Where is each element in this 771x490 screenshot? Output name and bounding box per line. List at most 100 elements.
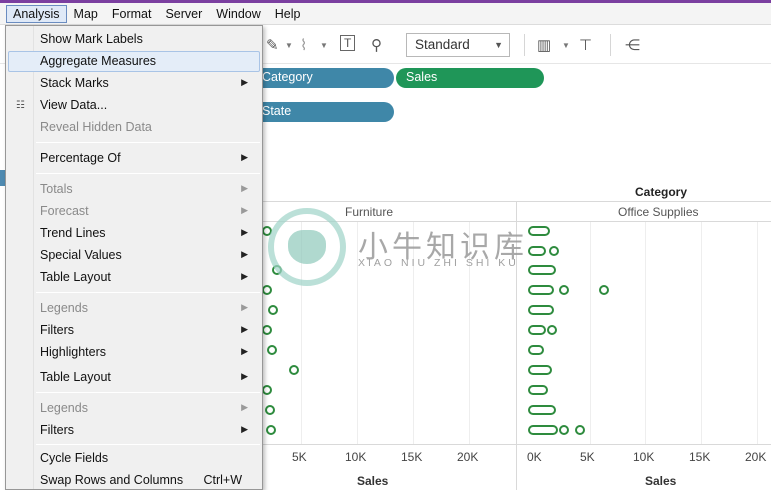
data-mark[interactable] bbox=[528, 305, 554, 315]
menu-item-table-layout-2[interactable]: Table Layout ▶ bbox=[8, 367, 260, 388]
gridline bbox=[645, 222, 646, 444]
data-mark[interactable] bbox=[262, 385, 272, 395]
data-mark[interactable] bbox=[528, 226, 550, 236]
data-mark[interactable] bbox=[528, 385, 548, 395]
menu-separator bbox=[36, 444, 260, 445]
analysis-menu: Show Mark Labels Aggregate Measures Stac… bbox=[5, 25, 263, 490]
data-mark[interactable] bbox=[559, 285, 569, 295]
menu-item-totals[interactable]: Totals ▶ bbox=[8, 179, 260, 200]
menu-item-legends-2[interactable]: Legends ▶ bbox=[8, 398, 260, 419]
chevron-down-icon[interactable]: ▼ bbox=[320, 41, 328, 50]
submenu-arrow-icon: ▶ bbox=[241, 183, 248, 193]
pane-header-furniture[interactable]: Furniture bbox=[345, 205, 393, 219]
pin-icon[interactable]: ⚲ bbox=[371, 36, 382, 54]
gridline bbox=[590, 222, 591, 444]
menu-item-cycle-fields[interactable]: Cycle Fields bbox=[8, 448, 260, 469]
submenu-arrow-icon: ▶ bbox=[241, 324, 248, 334]
menu-item-table-layout[interactable]: Table Layout ▶ bbox=[8, 267, 260, 288]
axis-tick-label: 20K bbox=[457, 450, 479, 464]
data-mark[interactable] bbox=[528, 405, 556, 415]
submenu-arrow-icon: ▶ bbox=[241, 249, 248, 259]
toolbar-divider bbox=[524, 34, 525, 56]
menu-bar: Analysis Map Format Server Window Help bbox=[0, 3, 771, 25]
submenu-arrow-icon: ▶ bbox=[241, 424, 248, 434]
data-mark[interactable] bbox=[599, 285, 609, 295]
data-mark[interactable] bbox=[267, 345, 277, 355]
axis-line bbox=[262, 444, 771, 445]
menu-map[interactable]: Map bbox=[67, 5, 105, 23]
menu-item-show-mark-labels[interactable]: Show Mark Labels bbox=[8, 29, 260, 50]
data-mark[interactable] bbox=[528, 265, 556, 275]
data-mark[interactable] bbox=[262, 285, 272, 295]
shortcut-label: Ctrl+W bbox=[203, 473, 242, 487]
data-mark[interactable] bbox=[528, 325, 546, 335]
text-label-icon[interactable]: T bbox=[340, 35, 356, 51]
menu-item-view-data[interactable]: ☷ View Data... bbox=[8, 95, 260, 116]
view-data-icon: ☷ bbox=[16, 100, 25, 111]
submenu-arrow-icon: ▶ bbox=[241, 302, 248, 312]
data-mark[interactable] bbox=[549, 246, 559, 256]
highlight-pen-icon[interactable]: ✎ bbox=[266, 36, 279, 54]
axis-tick-label: 20K bbox=[745, 450, 767, 464]
menu-item-forecast[interactable]: Forecast ▶ bbox=[8, 201, 260, 222]
presentation-icon[interactable]: ⊤ bbox=[579, 36, 592, 54]
submenu-arrow-icon: ▶ bbox=[241, 346, 248, 356]
menu-item-filters-2[interactable]: Filters ▶ bbox=[8, 420, 260, 441]
menu-server[interactable]: Server bbox=[158, 5, 209, 23]
axis-tick-label: 15K bbox=[689, 450, 711, 464]
menu-item-highlighters[interactable]: Highlighters ▶ bbox=[8, 342, 260, 363]
axis-tick-label: 5K bbox=[292, 450, 307, 464]
data-mark[interactable] bbox=[528, 246, 546, 256]
menu-item-legends[interactable]: Legends ▶ bbox=[8, 298, 260, 319]
watermark-logo-icon bbox=[268, 208, 346, 286]
columns-pill-sales[interactable]: Sales bbox=[396, 68, 544, 88]
watermark-subtext: XIAO NIU ZHI SHI KU bbox=[358, 257, 519, 269]
data-mark[interactable] bbox=[528, 285, 554, 295]
category-header: Category bbox=[635, 185, 688, 199]
menu-item-stack-marks[interactable]: Stack Marks ▶ bbox=[8, 73, 260, 94]
data-mark[interactable] bbox=[528, 345, 544, 355]
data-mark[interactable] bbox=[289, 365, 299, 375]
menu-item-special-values[interactable]: Special Values ▶ bbox=[8, 245, 260, 266]
toolbar-divider bbox=[610, 34, 611, 56]
menu-item-filters[interactable]: Filters ▶ bbox=[8, 320, 260, 341]
data-mark[interactable] bbox=[575, 425, 585, 435]
menu-separator bbox=[36, 173, 260, 174]
menu-item-trend-lines[interactable]: Trend Lines ▶ bbox=[8, 223, 260, 244]
data-mark[interactable] bbox=[266, 425, 276, 435]
menu-item-swap-rows-columns[interactable]: Swap Rows and Columns Ctrl+W bbox=[8, 470, 260, 490]
menu-separator bbox=[36, 392, 260, 393]
data-mark[interactable] bbox=[268, 305, 278, 315]
data-mark[interactable] bbox=[265, 405, 275, 415]
paperclip-icon[interactable]: ⌇ bbox=[300, 36, 307, 54]
pane-header-office-supplies[interactable]: Office Supplies bbox=[618, 205, 699, 219]
chevron-down-icon[interactable]: ▼ bbox=[562, 41, 570, 50]
menu-item-aggregate-measures[interactable]: Aggregate Measures bbox=[8, 51, 260, 72]
data-mark[interactable] bbox=[559, 425, 569, 435]
menu-analysis[interactable]: Analysis bbox=[6, 4, 67, 23]
data-mark[interactable] bbox=[262, 325, 272, 335]
axis-tick-label: 0K bbox=[527, 450, 542, 464]
fit-select[interactable]: Standard ▼ bbox=[406, 33, 510, 57]
axis-tick-label: 10K bbox=[633, 450, 655, 464]
data-mark[interactable] bbox=[547, 325, 557, 335]
gridline bbox=[701, 222, 702, 444]
data-mark[interactable] bbox=[528, 425, 558, 435]
share-icon[interactable]: ⋲ bbox=[625, 36, 640, 54]
gridline bbox=[757, 222, 758, 444]
axis-title-sales: Sales bbox=[357, 474, 389, 488]
menu-help[interactable]: Help bbox=[268, 5, 308, 23]
submenu-arrow-icon: ▶ bbox=[241, 77, 248, 87]
submenu-arrow-icon: ▶ bbox=[241, 152, 248, 162]
menu-window[interactable]: Window bbox=[209, 5, 267, 23]
axis-tick-label: 5K bbox=[580, 450, 595, 464]
data-mark[interactable] bbox=[528, 365, 552, 375]
show-me-chart-icon[interactable]: ▥ bbox=[537, 36, 551, 54]
menu-item-percentage-of[interactable]: Percentage Of ▶ bbox=[8, 148, 260, 169]
submenu-arrow-icon: ▶ bbox=[241, 402, 248, 412]
axis-tick-label: 15K bbox=[401, 450, 423, 464]
chevron-down-icon[interactable]: ▼ bbox=[285, 41, 293, 50]
menu-format[interactable]: Format bbox=[105, 5, 159, 23]
menu-item-reveal-hidden-data[interactable]: Reveal Hidden Data bbox=[8, 117, 260, 138]
chevron-down-icon: ▼ bbox=[494, 40, 503, 50]
